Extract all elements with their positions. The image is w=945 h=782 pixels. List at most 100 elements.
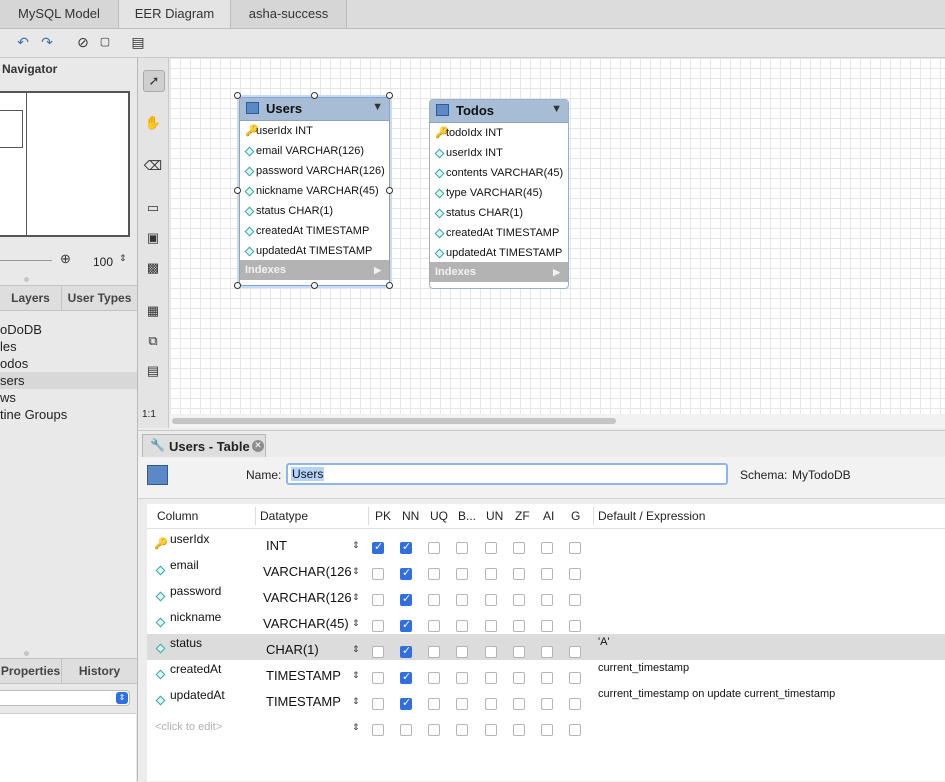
flag-checkbox[interactable]: [513, 568, 525, 580]
flag-checkbox[interactable]: [456, 724, 468, 736]
resize-handle[interactable]: [386, 187, 393, 194]
flag-checkbox[interactable]: [541, 594, 553, 606]
zoom-stepper[interactable]: ⇕: [119, 254, 127, 264]
flag-checkbox[interactable]: [428, 594, 440, 606]
scrollbar-thumb[interactable]: [172, 418, 616, 424]
flag-checkbox[interactable]: [428, 568, 440, 580]
header-binary[interactable]: B...: [458, 504, 476, 528]
tab-layers[interactable]: Layers: [0, 286, 62, 310]
flag-checkbox[interactable]: [485, 646, 497, 658]
resize-handle[interactable]: [234, 92, 241, 99]
flag-checkbox[interactable]: [372, 646, 384, 658]
new-row-placeholder[interactable]: <click to edit>: [155, 721, 222, 733]
table-row[interactable]: status CHAR(1) 'A' ⇕: [147, 634, 945, 660]
resize-handle[interactable]: [311, 92, 318, 99]
table-row[interactable]: nickname VARCHAR(45) ⇕: [147, 608, 945, 634]
flag-checkbox[interactable]: [485, 724, 497, 736]
close-tab-icon[interactable]: ✕: [252, 440, 264, 452]
eraser-tool-icon[interactable]: ⌫: [143, 156, 163, 176]
column-datatype[interactable]: VARCHAR(126: [263, 564, 352, 579]
header-nn[interactable]: NN: [402, 504, 419, 528]
collapse-icon[interactable]: ▼: [372, 101, 383, 113]
datatype-stepper-icon[interactable]: ⇕: [352, 723, 360, 733]
flag-checkbox[interactable]: [513, 724, 525, 736]
flag-checkbox[interactable]: [400, 696, 412, 710]
column-datatype[interactable]: VARCHAR(45): [263, 616, 349, 631]
resize-handle[interactable]: [234, 187, 241, 194]
new-note-icon[interactable]: ▤: [130, 34, 146, 50]
toggle-grid-icon[interactable]: ⊘: [75, 34, 91, 50]
view-tool-icon[interactable]: ⧉: [143, 331, 163, 351]
flag-checkbox[interactable]: [400, 592, 412, 606]
new-row[interactable]: <click to edit> ⇕: [147, 712, 945, 738]
datatype-stepper-icon[interactable]: ⇕: [352, 671, 360, 681]
column-datatype[interactable]: TIMESTAMP: [266, 694, 341, 709]
minimap-viewport[interactable]: [0, 110, 23, 148]
tab-history[interactable]: History: [62, 659, 137, 683]
column-default[interactable]: current_timestamp: [598, 662, 689, 674]
tree-item-schema[interactable]: oDoDB: [0, 321, 137, 338]
table-row[interactable]: password VARCHAR(126 ⇕: [147, 582, 945, 608]
tab-eer-diagram[interactable]: EER Diagram: [119, 0, 231, 28]
zoom-in-icon[interactable]: ⊕: [60, 251, 71, 267]
flag-checkbox[interactable]: [513, 698, 525, 710]
flag-checkbox[interactable]: [541, 698, 553, 710]
properties-select[interactable]: ⇕: [0, 690, 130, 706]
flag-checkbox[interactable]: [400, 540, 412, 554]
column-datatype[interactable]: INT: [266, 538, 287, 553]
header-uq[interactable]: UQ: [430, 504, 448, 528]
flag-checkbox[interactable]: [372, 724, 384, 736]
canvas-horizontal-scrollbar[interactable]: [170, 414, 945, 428]
flag-checkbox[interactable]: [372, 568, 384, 580]
header-default[interactable]: Default / Expression: [598, 504, 705, 528]
routine-group-tool-icon[interactable]: ▤: [143, 361, 163, 381]
pointer-tool-icon[interactable]: ➚: [143, 70, 165, 92]
flag-checkbox[interactable]: [485, 672, 497, 684]
flag-checkbox[interactable]: [569, 620, 581, 632]
flag-checkbox[interactable]: [456, 568, 468, 580]
table-tool-icon[interactable]: ▦: [143, 301, 163, 321]
expand-icon[interactable]: ▶: [553, 262, 560, 282]
flag-checkbox[interactable]: [569, 568, 581, 580]
column-datatype[interactable]: VARCHAR(126: [263, 590, 352, 605]
splitter-dot[interactable]: [24, 277, 29, 282]
header-g[interactable]: G: [571, 504, 580, 528]
resize-handle[interactable]: [311, 282, 318, 289]
expand-icon[interactable]: ▶: [374, 260, 381, 280]
flag-checkbox[interactable]: [569, 646, 581, 658]
column-datatype[interactable]: CHAR(1): [266, 642, 319, 657]
column-name[interactable]: nickname: [170, 610, 221, 624]
tree-item-routine-groups[interactable]: tine Groups: [0, 406, 137, 423]
flag-checkbox[interactable]: [400, 724, 412, 736]
align-objects-icon[interactable]: ▢: [97, 34, 113, 50]
note-tool-icon[interactable]: ▣: [143, 228, 163, 248]
editor-tab[interactable]: 🔧 Users - Table ✕: [142, 434, 266, 457]
tree-item-tables[interactable]: les: [0, 338, 137, 355]
flag-checkbox[interactable]: [541, 542, 553, 554]
indexes-section[interactable]: Indexes ▶: [430, 262, 568, 282]
flag-checkbox[interactable]: [400, 618, 412, 632]
flag-checkbox[interactable]: [456, 542, 468, 554]
header-datatype[interactable]: Datatype: [260, 504, 308, 528]
table-row[interactable]: email VARCHAR(126 ⇕: [147, 556, 945, 582]
flag-checkbox[interactable]: [428, 672, 440, 684]
flag-checkbox[interactable]: [513, 542, 525, 554]
flag-checkbox[interactable]: [456, 620, 468, 632]
datatype-stepper-icon[interactable]: ⇕: [352, 697, 360, 707]
flag-checkbox[interactable]: [428, 646, 440, 658]
zoom-slider[interactable]: [0, 260, 52, 261]
indexes-section[interactable]: Indexes ▶: [240, 260, 389, 280]
tab-mysql-model[interactable]: MySQL Model: [0, 0, 119, 28]
datatype-stepper-icon[interactable]: ⇕: [352, 567, 360, 577]
flag-checkbox[interactable]: [428, 698, 440, 710]
flag-checkbox[interactable]: [372, 672, 384, 684]
resize-handle[interactable]: [386, 282, 393, 289]
flag-checkbox[interactable]: [541, 672, 553, 684]
column-name[interactable]: email: [170, 558, 199, 572]
image-tool-icon[interactable]: ▩: [143, 258, 163, 278]
flag-checkbox[interactable]: [456, 698, 468, 710]
flag-checkbox[interactable]: [485, 568, 497, 580]
flag-checkbox[interactable]: [541, 646, 553, 658]
entity-header[interactable]: Todos ▼: [430, 100, 568, 123]
flag-checkbox[interactable]: [372, 540, 384, 554]
